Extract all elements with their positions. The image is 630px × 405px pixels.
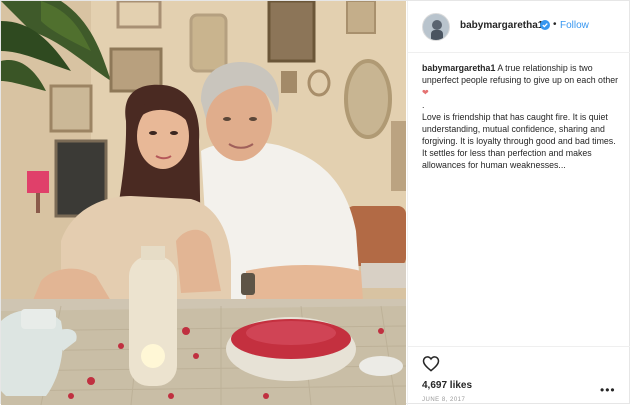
avatar-image — [423, 14, 449, 40]
caption-username[interactable]: babymargaretha1 — [422, 63, 495, 73]
instagram-post: babymargaretha1 • Follow babymargaretha1… — [0, 0, 630, 405]
verified-badge-icon — [540, 20, 550, 30]
post-username[interactable]: babymargaretha1 — [460, 20, 543, 31]
post-date: JUNE 8, 2017 — [422, 397, 466, 403]
caption-text-line2: Love is friendship that has caught fire.… — [422, 112, 616, 170]
more-options-icon[interactable]: ••• — [600, 383, 616, 397]
post-photo[interactable] — [1, 1, 406, 405]
photo-illustration — [1, 1, 406, 405]
post-side-panel: babymargaretha1 • Follow babymargaretha1… — [407, 1, 630, 405]
post-header: babymargaretha1 • Follow — [408, 1, 630, 53]
avatar[interactable] — [422, 13, 450, 41]
post-actions: 4,697 likes ••• JUNE 8, 2017 — [408, 346, 630, 405]
separator-dot: • — [553, 19, 557, 30]
heart-outline-icon[interactable] — [422, 355, 440, 372]
heart-emoji: ❤ — [422, 88, 429, 97]
caption-dot: . — [422, 100, 425, 110]
likes-count[interactable]: 4,697 likes — [422, 380, 472, 391]
follow-button[interactable]: Follow — [560, 20, 589, 31]
post-caption: babymargaretha1 A true relationship is t… — [422, 62, 622, 171]
